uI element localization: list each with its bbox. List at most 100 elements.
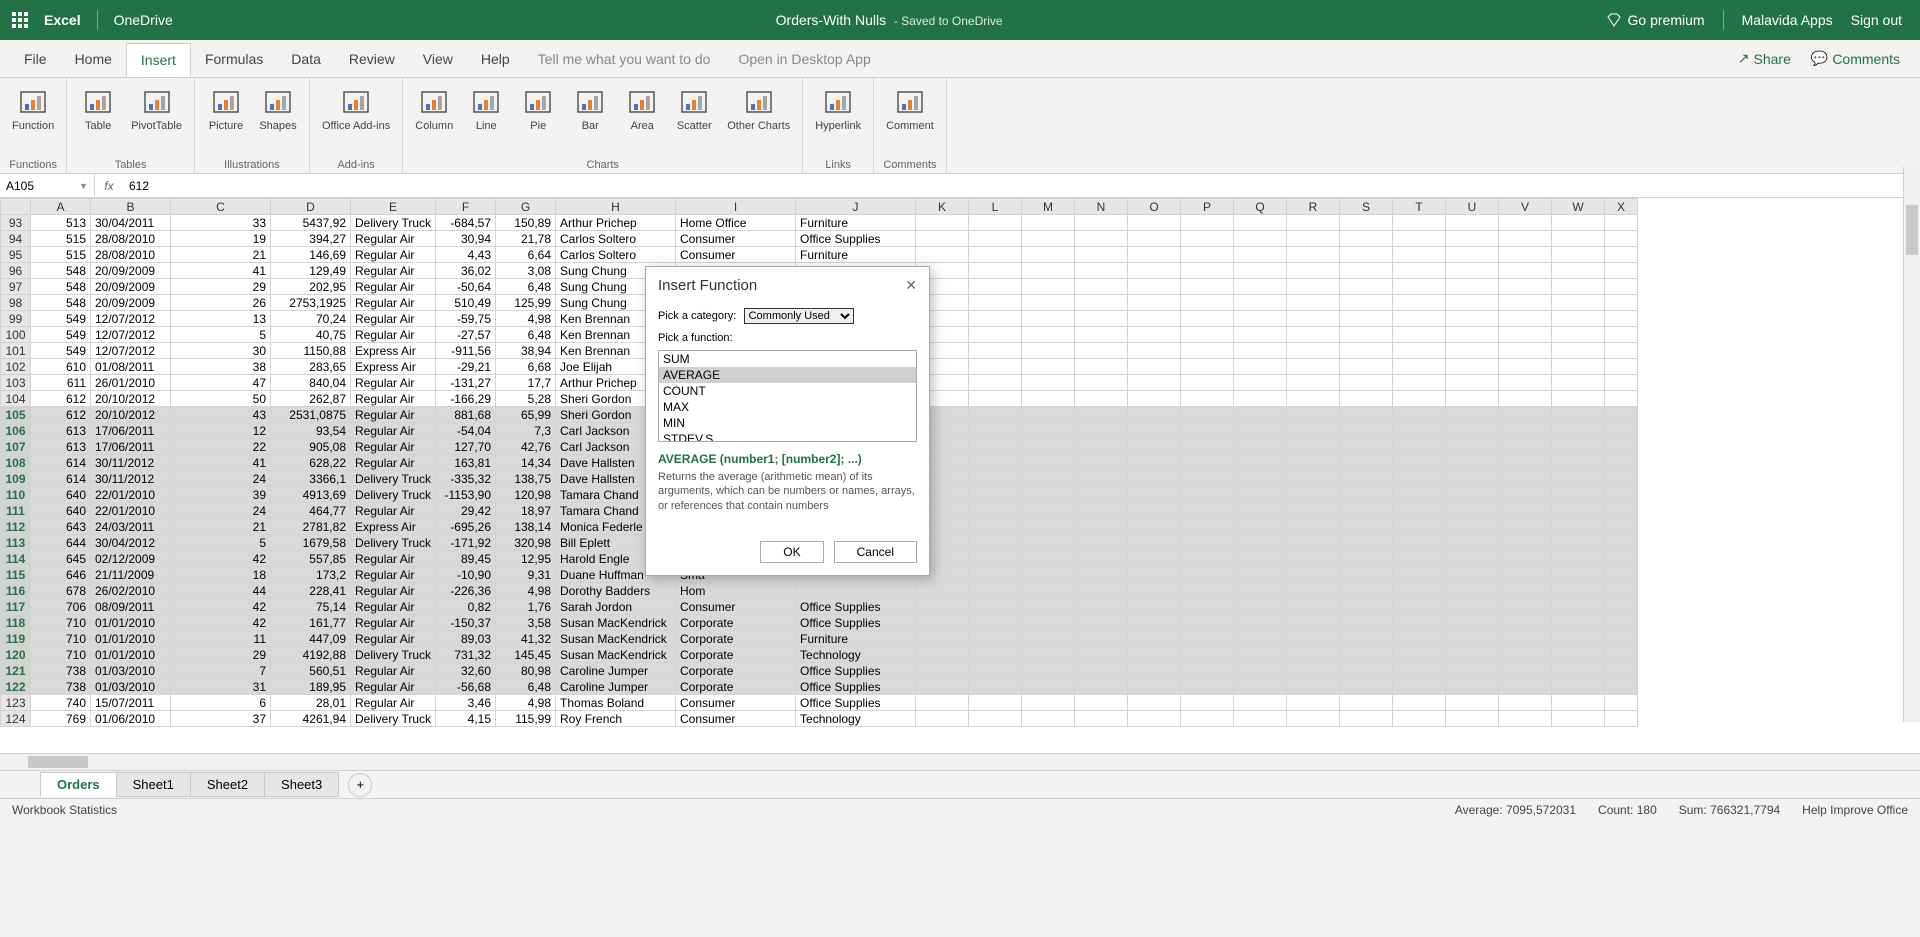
cell-S93[interactable] xyxy=(1340,215,1393,231)
cell-B109[interactable]: 30/11/2012 xyxy=(91,471,171,487)
cell-P106[interactable] xyxy=(1181,423,1234,439)
cell-N116[interactable] xyxy=(1075,583,1128,599)
cell-B105[interactable]: 20/10/2012 xyxy=(91,407,171,423)
cell-D106[interactable]: 93,54 xyxy=(271,423,351,439)
cell-E96[interactable]: Regular Air xyxy=(351,263,436,279)
cell-V110[interactable] xyxy=(1499,487,1552,503)
cell-Q100[interactable] xyxy=(1234,327,1287,343)
menu-tab-formulas[interactable]: Formulas xyxy=(191,43,277,75)
service-name[interactable]: OneDrive xyxy=(114,12,173,28)
cell-D120[interactable]: 4192,88 xyxy=(271,647,351,663)
cell-S98[interactable] xyxy=(1340,295,1393,311)
cell-G120[interactable]: 145,45 xyxy=(496,647,556,663)
cell-F107[interactable]: 127,70 xyxy=(436,439,496,455)
cell-N98[interactable] xyxy=(1075,295,1128,311)
cell-G97[interactable]: 6,48 xyxy=(496,279,556,295)
cell-U106[interactable] xyxy=(1446,423,1499,439)
ribbon-pie[interactable]: Pie xyxy=(515,84,561,134)
cell-H116[interactable]: Dorothy Badders xyxy=(556,583,676,599)
cell-O124[interactable] xyxy=(1128,711,1181,727)
cell-T95[interactable] xyxy=(1393,247,1446,263)
cell-N99[interactable] xyxy=(1075,311,1128,327)
cell-U123[interactable] xyxy=(1446,695,1499,711)
row-header-96[interactable]: 96 xyxy=(1,263,31,279)
cell-R121[interactable] xyxy=(1287,663,1340,679)
cell-U122[interactable] xyxy=(1446,679,1499,695)
cell-K123[interactable] xyxy=(916,695,969,711)
cell-A99[interactable]: 549 xyxy=(31,311,91,327)
cell-B107[interactable]: 17/06/2011 xyxy=(91,439,171,455)
cell-B96[interactable]: 20/09/2009 xyxy=(91,263,171,279)
cell-V122[interactable] xyxy=(1499,679,1552,695)
cell-R115[interactable] xyxy=(1287,567,1340,583)
cell-M106[interactable] xyxy=(1022,423,1075,439)
cell-O121[interactable] xyxy=(1128,663,1181,679)
cell-Q97[interactable] xyxy=(1234,279,1287,295)
menu-tab-data[interactable]: Data xyxy=(277,43,335,75)
cell-W117[interactable] xyxy=(1552,599,1605,615)
ribbon-pivottable[interactable]: PivotTable xyxy=(127,84,186,134)
ribbon-function[interactable]: Function xyxy=(8,84,58,134)
cell-D110[interactable]: 4913,69 xyxy=(271,487,351,503)
cell-L102[interactable] xyxy=(969,359,1022,375)
row-header-115[interactable]: 115 xyxy=(1,567,31,583)
cell-M124[interactable] xyxy=(1022,711,1075,727)
col-header-T[interactable]: T xyxy=(1393,199,1446,215)
cell-U114[interactable] xyxy=(1446,551,1499,567)
cell-H95[interactable]: Carlos Soltero xyxy=(556,247,676,263)
cell-O100[interactable] xyxy=(1128,327,1181,343)
cell-I93[interactable]: Home Office xyxy=(676,215,796,231)
cell-N111[interactable] xyxy=(1075,503,1128,519)
cell-S114[interactable] xyxy=(1340,551,1393,567)
cell-D111[interactable]: 464,77 xyxy=(271,503,351,519)
cell-K122[interactable] xyxy=(916,679,969,695)
cell-A96[interactable]: 548 xyxy=(31,263,91,279)
cell-W116[interactable] xyxy=(1552,583,1605,599)
cell-A111[interactable]: 640 xyxy=(31,503,91,519)
cell-R112[interactable] xyxy=(1287,519,1340,535)
function-option-average[interactable]: AVERAGE xyxy=(659,367,916,383)
cell-O110[interactable] xyxy=(1128,487,1181,503)
cell-N120[interactable] xyxy=(1075,647,1128,663)
cell-X122[interactable] xyxy=(1605,679,1638,695)
cell-V121[interactable] xyxy=(1499,663,1552,679)
cell-P99[interactable] xyxy=(1181,311,1234,327)
cell-S109[interactable] xyxy=(1340,471,1393,487)
cell-O108[interactable] xyxy=(1128,455,1181,471)
cell-B98[interactable]: 20/09/2009 xyxy=(91,295,171,311)
cell-T93[interactable] xyxy=(1393,215,1446,231)
cell-N95[interactable] xyxy=(1075,247,1128,263)
cell-G99[interactable]: 4,98 xyxy=(496,311,556,327)
cell-P111[interactable] xyxy=(1181,503,1234,519)
cell-W103[interactable] xyxy=(1552,375,1605,391)
cell-O107[interactable] xyxy=(1128,439,1181,455)
cell-M101[interactable] xyxy=(1022,343,1075,359)
cell-Q107[interactable] xyxy=(1234,439,1287,455)
cell-Q93[interactable] xyxy=(1234,215,1287,231)
cell-G118[interactable]: 3,58 xyxy=(496,615,556,631)
cell-X112[interactable] xyxy=(1605,519,1638,535)
cell-V118[interactable] xyxy=(1499,615,1552,631)
cell-M93[interactable] xyxy=(1022,215,1075,231)
cell-S97[interactable] xyxy=(1340,279,1393,295)
cell-T116[interactable] xyxy=(1393,583,1446,599)
cell-Q105[interactable] xyxy=(1234,407,1287,423)
cell-M121[interactable] xyxy=(1022,663,1075,679)
cell-A102[interactable]: 610 xyxy=(31,359,91,375)
cell-V114[interactable] xyxy=(1499,551,1552,567)
cell-M100[interactable] xyxy=(1022,327,1075,343)
cell-N103[interactable] xyxy=(1075,375,1128,391)
cell-G104[interactable]: 5,28 xyxy=(496,391,556,407)
cell-T119[interactable] xyxy=(1393,631,1446,647)
cell-W121[interactable] xyxy=(1552,663,1605,679)
cell-S99[interactable] xyxy=(1340,311,1393,327)
ribbon-area[interactable]: Area xyxy=(619,84,665,134)
cell-M120[interactable] xyxy=(1022,647,1075,663)
row-header-119[interactable]: 119 xyxy=(1,631,31,647)
cell-X113[interactable] xyxy=(1605,535,1638,551)
cell-M104[interactable] xyxy=(1022,391,1075,407)
cell-A114[interactable]: 645 xyxy=(31,551,91,567)
cell-X104[interactable] xyxy=(1605,391,1638,407)
sheet-tab-sheet1[interactable]: Sheet1 xyxy=(116,772,191,797)
cell-O97[interactable] xyxy=(1128,279,1181,295)
